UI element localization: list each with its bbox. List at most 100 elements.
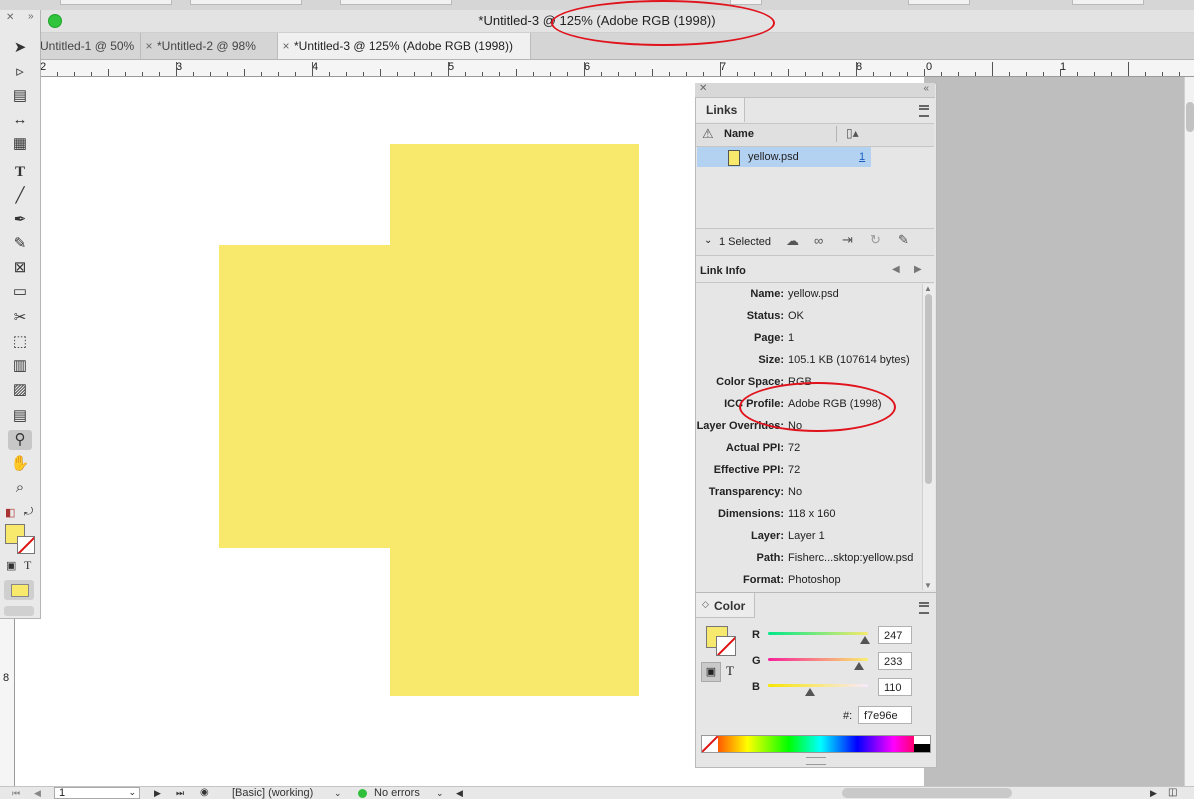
scrollbar-thumb[interactable] <box>925 294 932 484</box>
go-to-link-icon[interactable]: ⇥ <box>842 232 853 248</box>
gradient-feather-tool-icon[interactable]: ▨ <box>8 380 32 400</box>
gradient-swatch-tool-icon[interactable]: ▥ <box>8 356 32 376</box>
close-icon[interactable]: ✕ <box>6 12 14 23</box>
edit-original-icon[interactable]: ✎ <box>898 232 909 248</box>
cc-libraries-icon[interactable]: ☁ <box>786 233 799 249</box>
scroll-down-icon[interactable]: ▼ <box>924 581 932 590</box>
content-collector-icon[interactable]: ▦ <box>8 134 32 154</box>
slider-b-track[interactable] <box>768 684 868 687</box>
scroll-right-icon[interactable]: ▶ <box>1150 787 1157 799</box>
tab-untitled-2[interactable]: × *Untitled-2 @ 98% <box>141 33 278 59</box>
first-page-icon[interactable]: ⏮ <box>12 787 20 799</box>
b-value-field[interactable]: 110 <box>878 678 912 696</box>
screen-mode-button[interactable] <box>4 606 34 616</box>
scroll-up-icon[interactable]: ▲ <box>924 284 932 293</box>
next-page-icon[interactable]: ▶ <box>154 787 161 799</box>
black-swatch[interactable] <box>914 744 930 752</box>
swap-colors-icon[interactable]: ⤾ <box>24 506 33 519</box>
note-tool-icon[interactable]: ▤ <box>8 406 32 426</box>
resize-grip-icon[interactable] <box>806 757 826 765</box>
previous-link-icon[interactable]: ◀ <box>892 264 900 275</box>
split-layout-icon[interactable]: ◫ <box>1168 787 1177 799</box>
default-colors-icon[interactable]: ◧ <box>5 506 15 519</box>
hand-tool-icon[interactable]: ✋ <box>8 454 32 474</box>
tab-untitled-3[interactable]: × *Untitled-3 @ 125% (Adobe RGB (1998)) <box>278 33 531 59</box>
selection-tool-icon[interactable]: ➤ <box>8 38 32 58</box>
chevron-down-icon[interactable]: ⌄ <box>128 787 136 798</box>
horizontal-ruler[interactable]: 2 3 4 5 6 7 8 0 1 <box>40 60 1194 77</box>
column-name-header[interactable]: Name <box>724 128 754 140</box>
update-link-icon[interactable]: ↻ <box>870 232 881 248</box>
g-value-field[interactable]: 233 <box>878 652 912 670</box>
chevron-down-icon[interactable]: ⌄ <box>436 787 444 799</box>
placed-image-frame[interactable] <box>219 245 391 548</box>
close-icon[interactable]: × <box>141 33 157 59</box>
color-stroke-swatch[interactable] <box>716 636 736 656</box>
hex-value-field[interactable]: f7e96e <box>858 706 912 724</box>
link-info-scrollbar[interactable]: ▲ ▼ <box>922 284 935 590</box>
panel-menu-icon[interactable] <box>919 602 929 614</box>
none-swatch[interactable] <box>702 736 718 752</box>
slider-g-thumb[interactable] <box>854 662 864 670</box>
gap-tool-icon[interactable]: ↔ <box>8 110 32 130</box>
expand-icon[interactable]: ◇ <box>702 599 709 610</box>
normal-mode-button[interactable] <box>4 580 34 600</box>
ruler-tick <box>193 72 194 76</box>
placed-image-frame[interactable] <box>390 144 639 696</box>
zoom-tool-icon[interactable]: ⌕ <box>8 478 32 498</box>
slider-b-thumb[interactable] <box>805 688 815 696</box>
ruler-tick <box>771 72 772 76</box>
rectangle-frame-tool-icon[interactable]: ⊠ <box>8 258 32 278</box>
r-value-field[interactable]: 247 <box>878 626 912 644</box>
ruler-tick <box>958 72 959 76</box>
panel-menu-icon[interactable] <box>919 105 929 117</box>
next-link-icon[interactable]: ▶ <box>914 264 922 275</box>
tab-links[interactable]: Links <box>696 98 745 122</box>
pencil-tool-icon[interactable]: ✎ <box>8 234 32 254</box>
hex-label: #: <box>843 710 853 722</box>
page-column-icon[interactable]: ▯▴ <box>846 126 859 140</box>
preflight-toggle-icon[interactable]: ◉ <box>200 787 209 799</box>
collapse-icon[interactable]: » <box>28 11 34 22</box>
eyedropper-tool-icon[interactable]: ⚲ <box>8 430 32 450</box>
preflight-profile[interactable]: [Basic] (working) <box>232 787 313 799</box>
links-list-item[interactable]: yellow.psd 1 <box>697 147 871 167</box>
color-ramp[interactable] <box>701 735 931 753</box>
formatting-text-icon[interactable]: T <box>24 558 31 573</box>
pen-tool-icon[interactable]: ✒ <box>8 210 32 230</box>
warning-icon[interactable]: ⚠ <box>702 126 714 142</box>
vertical-scrollbar[interactable] <box>1184 77 1194 786</box>
preflight-errors[interactable]: No errors <box>374 787 420 799</box>
page-number-field[interactable]: 1 ⌄ <box>54 787 140 799</box>
link-page-number[interactable]: 1 <box>859 151 865 163</box>
scrollbar-thumb[interactable] <box>1186 102 1194 132</box>
rectangle-tool-icon[interactable]: ▭ <box>8 282 32 302</box>
horizontal-scroll-thumb[interactable] <box>842 788 1012 798</box>
free-transform-tool-icon[interactable]: ⬚ <box>8 332 32 352</box>
ruler-tick <box>431 72 432 76</box>
tab-untitled-1[interactable]: Untitled-1 @ 50% <box>40 33 141 59</box>
slider-r-track[interactable] <box>768 632 868 635</box>
apply-text-icon[interactable]: T <box>726 663 734 679</box>
relink-icon[interactable]: ∞ <box>814 233 823 248</box>
apply-container-icon[interactable]: ▣ <box>701 662 721 682</box>
collapse-icon[interactable]: « <box>923 83 929 94</box>
page-tool-icon[interactable]: ▤ <box>8 86 32 106</box>
close-icon[interactable]: × <box>278 33 294 59</box>
formatting-container-icon[interactable]: ▣ <box>6 559 16 572</box>
direct-selection-tool-icon[interactable]: ▹ <box>8 62 32 82</box>
chevron-down-icon[interactable]: ⌄ <box>704 235 712 246</box>
stroke-swatch-none[interactable] <box>17 536 35 554</box>
slider-g-track[interactable] <box>768 658 868 661</box>
last-page-icon[interactable]: ⏭ <box>176 787 184 799</box>
previous-page-icon[interactable]: ◀ <box>34 787 41 799</box>
white-swatch[interactable] <box>914 736 930 744</box>
close-icon[interactable]: ✕ <box>699 83 707 94</box>
type-tool-icon[interactable]: T <box>8 162 32 182</box>
tab-color[interactable]: ◇ Color <box>696 593 755 618</box>
scroll-left-icon[interactable]: ◀ <box>456 787 463 799</box>
line-tool-icon[interactable]: ╱ <box>8 186 32 206</box>
chevron-down-icon[interactable]: ⌄ <box>334 787 342 799</box>
slider-r-thumb[interactable] <box>860 636 870 644</box>
scissors-tool-icon[interactable]: ✂ <box>8 308 32 328</box>
